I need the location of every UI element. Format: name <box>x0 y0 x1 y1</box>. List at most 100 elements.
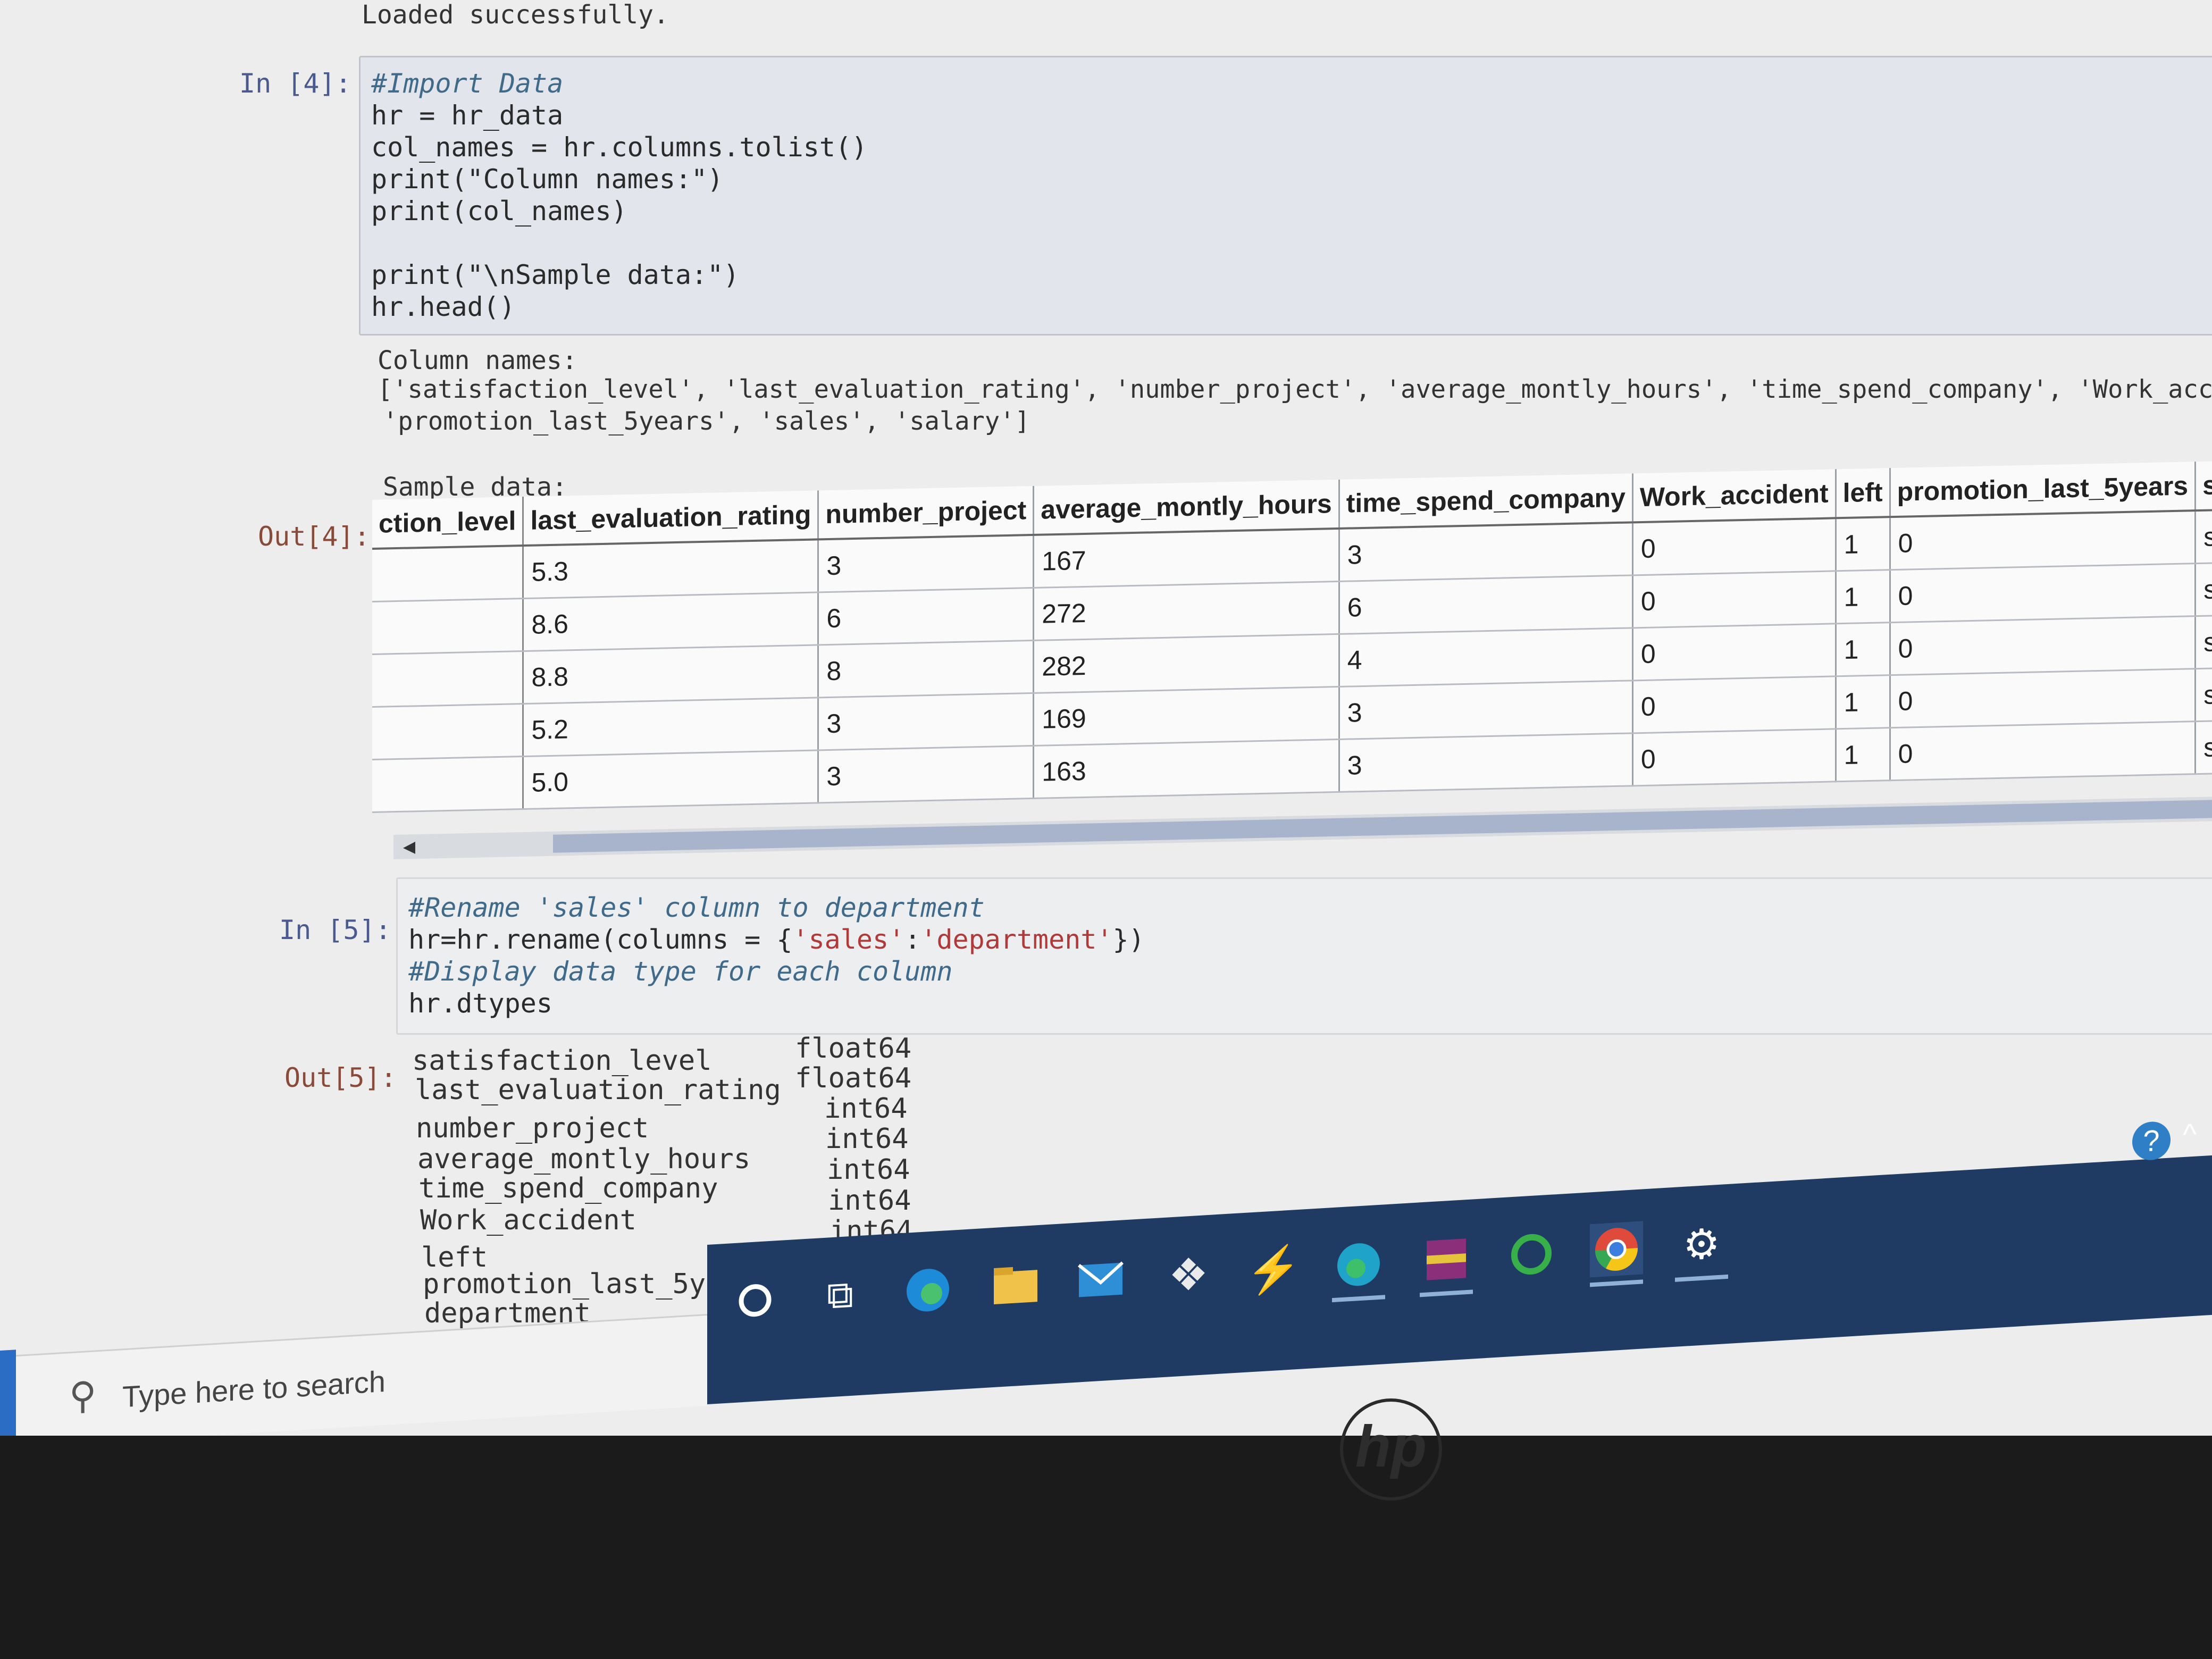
table-cell: 8.6 <box>523 592 818 651</box>
table-cell: sales <box>2195 667 2212 722</box>
scroll-left-arrow-icon[interactable]: ◀ <box>403 837 415 856</box>
column-header: average_montly_hours <box>1033 479 1339 535</box>
dtype-value: int64 <box>827 1154 910 1186</box>
table-cell <box>372 703 523 760</box>
column-header: sales <box>2195 459 2212 511</box>
start-button[interactable] <box>0 1350 16 1436</box>
code-comment: #Display data type for each column <box>408 956 953 987</box>
in-prompt-4: In [4]: <box>239 68 351 99</box>
search-icon: ⚲ <box>69 1374 97 1418</box>
settings-gear-icon[interactable]: ⚙ <box>1675 1216 1728 1282</box>
column-header: left <box>1836 468 1890 518</box>
task-view-icon[interactable]: ⧉ <box>814 1267 867 1323</box>
table-cell: 1 <box>1836 622 1890 676</box>
chevron-up-icon[interactable]: ^ <box>2183 1117 2197 1152</box>
code-line: hr.dtypes <box>408 988 552 1019</box>
table-cell: 169 <box>1033 686 1339 746</box>
dataframe-table: ction_level last_evaluation_rating numbe… <box>372 458 2212 813</box>
active-indicator <box>1590 1279 1643 1287</box>
table-cell: 0 <box>1632 518 1836 575</box>
table-cell <box>372 546 523 602</box>
app-bolt-icon[interactable]: ⚡ <box>1246 1242 1302 1298</box>
table-cell: 6 <box>818 588 1034 645</box>
table-cell: 167 <box>1033 528 1339 588</box>
dtype-name: time_spend_company <box>418 1172 718 1204</box>
column-header: number_project <box>818 485 1034 540</box>
edge-icon[interactable] <box>901 1262 954 1318</box>
table-cell: 8 <box>818 640 1034 698</box>
table-cell: 1 <box>1836 569 1890 624</box>
column-header: Work_accident <box>1632 469 1836 523</box>
table-cell: 0 <box>1632 728 1836 786</box>
column-header: ction_level <box>372 497 523 549</box>
mail-icon[interactable] <box>1074 1252 1127 1308</box>
dtype-name: last_evaluation_rating <box>415 1074 781 1106</box>
table-cell: 0 <box>1632 623 1836 681</box>
file-explorer-icon[interactable] <box>989 1257 1042 1313</box>
jupyter-notebook-screen: Loaded successfully. In [4]: #Import Dat… <box>0 0 2212 1436</box>
table-cell: 0 <box>1890 510 2196 570</box>
code-line: col_names = hr.columns.tolist() <box>371 132 868 163</box>
table-cell: 5.2 <box>523 697 818 757</box>
edge-beta-icon[interactable] <box>1332 1236 1385 1303</box>
loaded-message: Loaded successfully. <box>362 0 669 30</box>
table-cell <box>372 598 523 655</box>
table-cell: 4 <box>1339 627 1633 687</box>
column-names-label: Column names: <box>378 346 577 375</box>
cortana-circle-icon[interactable] <box>728 1272 782 1329</box>
column-header: time_spend_company <box>1339 473 1633 529</box>
table-cell: 0 <box>1890 616 2196 675</box>
table-cell: 3 <box>1339 733 1633 792</box>
chrome-icon[interactable] <box>1590 1221 1643 1287</box>
dtype-name: Work_accident <box>420 1204 636 1236</box>
dropbox-icon[interactable]: ❖ <box>1162 1246 1215 1303</box>
table-cell: 6 <box>1339 575 1633 634</box>
code-line: hr=hr.rename(columns = {'sales':'departm… <box>408 924 1145 955</box>
windows-taskbar: ⚲ Type here to search ⧉ ❖ ⚡ ⚙ ? ^ <box>0 1117 2212 1436</box>
table-cell: 3 <box>818 534 1034 592</box>
help-icon[interactable]: ? <box>2132 1120 2171 1161</box>
table-cell <box>372 756 523 812</box>
dtype-value: float64 <box>795 1062 912 1094</box>
code-line: hr.head() <box>371 291 515 322</box>
active-indicator <box>1420 1289 1473 1297</box>
code-line: hr = hr_data <box>371 100 564 131</box>
table-cell: 0 <box>1890 721 2196 781</box>
table-cell: 0 <box>1890 668 2196 728</box>
table-cell: 0 <box>1890 563 2196 623</box>
table-cell: 3 <box>818 693 1034 750</box>
dtype-value: int64 <box>828 1185 911 1217</box>
table-cell: 5.0 <box>523 750 818 809</box>
table-cell: 1 <box>1836 675 1890 729</box>
table-cell: 272 <box>1033 581 1339 641</box>
table-cell: 3 <box>1339 680 1633 740</box>
active-indicator <box>1675 1274 1728 1282</box>
search-placeholder: Type here to search <box>122 1364 386 1414</box>
table-cell: 163 <box>1033 739 1339 799</box>
table-cell: 3 <box>818 745 1034 803</box>
taskbar-bar: ⧉ ❖ ⚡ ⚙ ? ^ <box>707 1117 2212 1404</box>
table-cell: sales <box>2195 508 2212 564</box>
table-cell: 1 <box>1836 727 1890 782</box>
code-line: print(col_names) <box>371 196 627 227</box>
scrollbar-thumb[interactable] <box>553 800 2212 853</box>
table-cell: 8.8 <box>523 644 818 704</box>
dtype-value: int64 <box>825 1123 909 1155</box>
out-prompt-4: Out[4]: <box>258 521 370 552</box>
table-cell: 1 <box>1836 517 1890 571</box>
dtype-name: satisfaction_level <box>412 1045 712 1077</box>
table-cell: 282 <box>1033 634 1339 693</box>
taskbar-search-box[interactable]: ⚲ Type here to search <box>0 1313 707 1436</box>
active-indicator <box>1332 1295 1385 1303</box>
table-cell: 0 <box>1632 571 1836 628</box>
table-cell: sales <box>2195 719 2212 774</box>
green-ring-app-icon[interactable] <box>1505 1226 1558 1283</box>
column-header: last_evaluation_rating <box>523 490 818 546</box>
table-cell: 3 <box>1339 522 1633 582</box>
winrar-icon[interactable] <box>1420 1231 1473 1297</box>
table-cell: 5.3 <box>523 539 818 599</box>
code-cell-5[interactable]: #Rename 'sales' column to department hr=… <box>396 877 2212 1035</box>
code-line: print("\nSample data:") <box>371 259 740 290</box>
code-cell-4[interactable]: #Import Data hr = hr_data col_names = hr… <box>359 56 2212 336</box>
out-prompt-5: Out[5]: <box>284 1062 397 1093</box>
